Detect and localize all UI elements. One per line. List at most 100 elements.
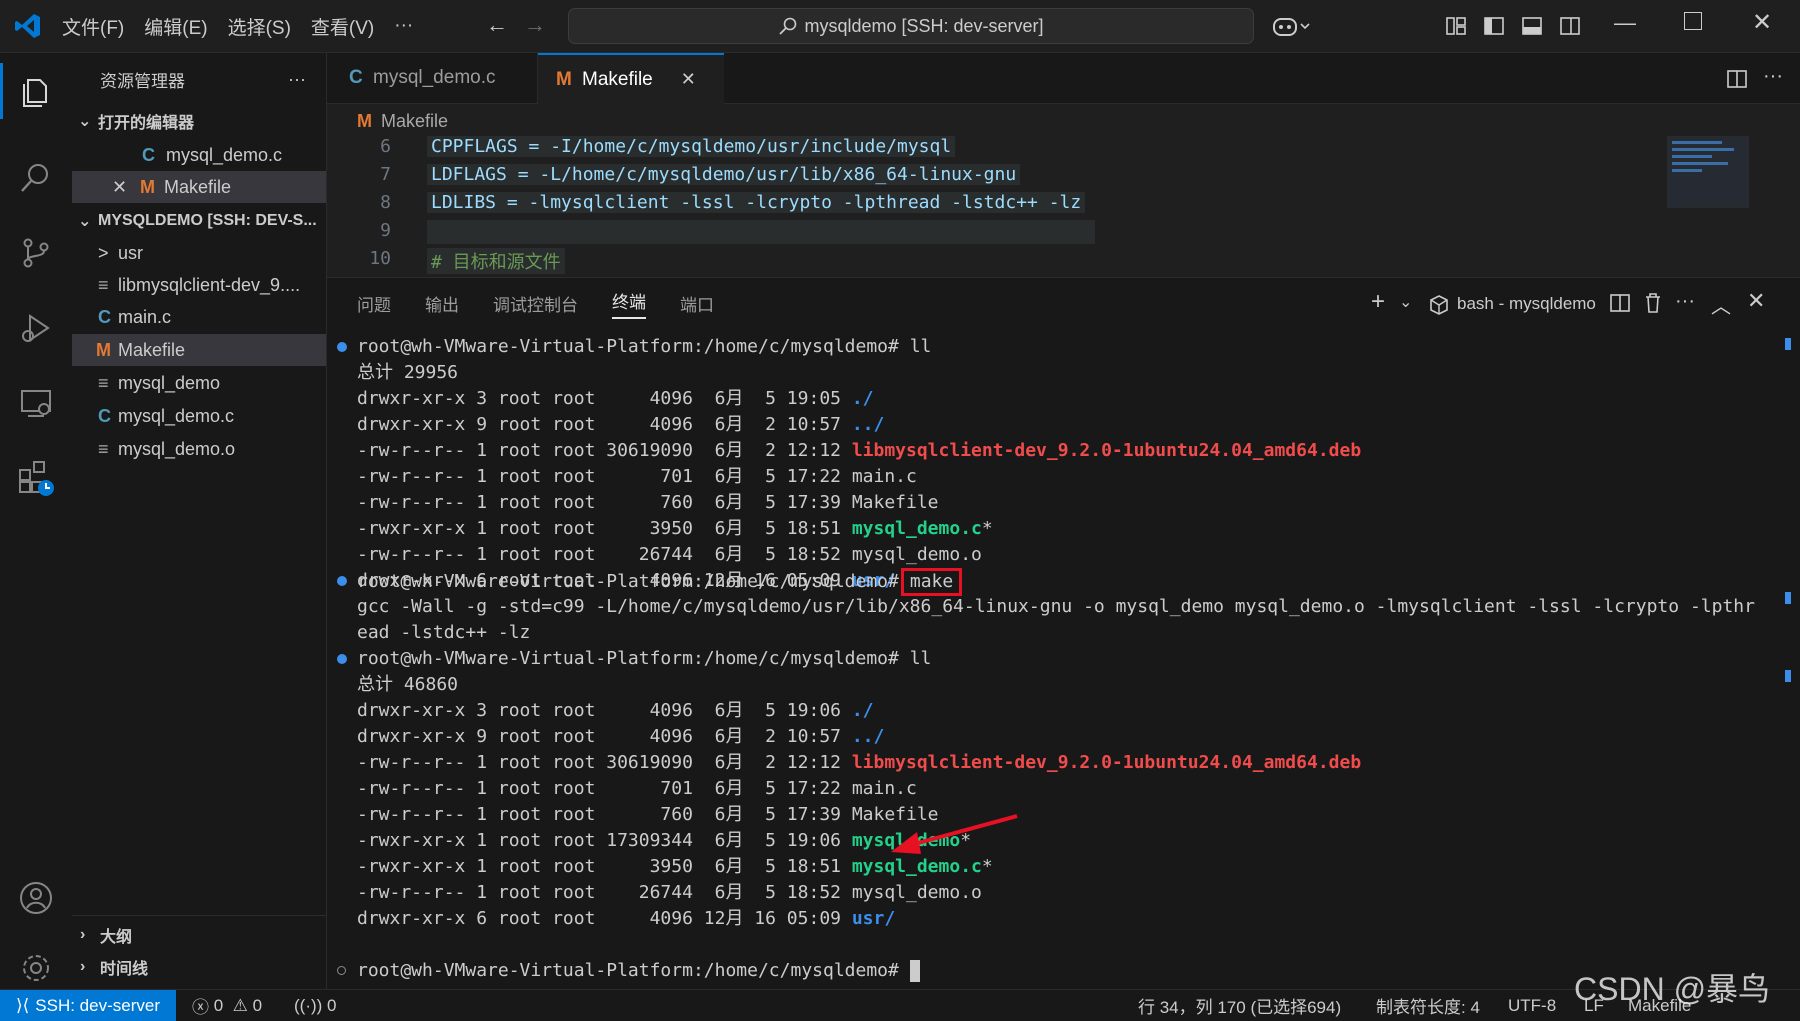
tree-item[interactable]: ≡ libmysqlclient-dev_9.... xyxy=(72,269,326,301)
c-file-icon: C xyxy=(98,405,111,426)
breadcrumb: M Makefile xyxy=(327,104,1800,138)
toggle-panel-icon[interactable] xyxy=(1520,14,1544,38)
scroll-marker xyxy=(1785,592,1791,604)
terminal-name[interactable]: bash - mysqldemo xyxy=(1457,294,1596,314)
terminal-line: -rw-r--r-- 1 root root 760 6月 5 17:39 Ma… xyxy=(357,804,939,825)
account-icon[interactable] xyxy=(0,863,72,933)
sidebar-more-button[interactable]: ··· xyxy=(288,69,306,90)
breadcrumb-item[interactable]: Makefile xyxy=(381,111,448,132)
tree-item-label: mysql_demo.c xyxy=(118,405,235,426)
toggle-secondary-sidebar-icon[interactable] xyxy=(1558,14,1582,38)
code-editor[interactable]: 6 CPPFLAGS = -I/home/c/mysqldemo/usr/inc… xyxy=(327,136,1800,276)
tree-item[interactable]: ≡ mysql_demo.o xyxy=(72,433,326,465)
terminal-cursor xyxy=(909,960,920,982)
sidebar-title: 资源管理器 xyxy=(100,71,185,91)
encoding[interactable]: UTF-8 xyxy=(1508,990,1556,1021)
tab-makefile[interactable]: M Makefile ✕ xyxy=(538,53,724,104)
menu-selection[interactable]: 选择(S) xyxy=(218,13,301,40)
close-panel-icon[interactable]: ✕ xyxy=(1747,288,1765,314)
menu-file[interactable]: 文件(F) xyxy=(52,13,134,40)
search-view-icon[interactable] xyxy=(0,143,72,213)
trash-icon[interactable] xyxy=(1643,292,1663,314)
tree-item-folder[interactable]: > usr xyxy=(72,237,326,269)
terminal-line: 总计 29956 xyxy=(357,362,459,383)
tab-problems[interactable]: 问题 xyxy=(357,291,391,316)
command-success-icon xyxy=(337,654,347,664)
editor-more-button[interactable]: ··· xyxy=(1763,65,1783,88)
source-control-icon[interactable] xyxy=(0,218,72,288)
c-file-icon: C xyxy=(349,67,363,88)
chevron-down-icon: ⌄ xyxy=(78,213,92,230)
panel-more-button[interactable]: ··· xyxy=(1675,290,1695,313)
terminal-line: drwxr-xr-x 3 root root 4096 6月 5 19:06 .… xyxy=(357,700,874,721)
tree-item[interactable]: ≡ mysql_demo xyxy=(72,367,326,399)
chevron-down-icon[interactable]: ⌄ xyxy=(1399,292,1412,312)
menu-view[interactable]: 查看(V) xyxy=(301,13,384,40)
tab-terminal[interactable]: 终端 xyxy=(612,288,646,319)
remote-label: SSH: dev-server xyxy=(35,995,160,1015)
command-center[interactable]: mysqldemo [SSH: dev-server] xyxy=(568,8,1254,44)
extensions-icon[interactable] xyxy=(0,443,72,513)
new-terminal-icon[interactable]: + xyxy=(1371,288,1385,316)
tab-output[interactable]: 输出 xyxy=(425,291,459,316)
menu-more[interactable]: ··· xyxy=(384,15,423,37)
close-icon[interactable]: ✕ xyxy=(112,177,140,198)
tree-item[interactable]: C main.c xyxy=(72,301,326,333)
chevron-down-icon: ⌄ xyxy=(78,113,92,130)
terminal-line: -rw-r--r-- 1 root root 30619090 6月 2 12:… xyxy=(357,440,1362,461)
remote-indicator[interactable]: ⟩⟨ SSH: dev-server xyxy=(0,990,176,1021)
warning-icon: ⚠ xyxy=(232,995,248,1015)
terminal-line: root@wh-VMware-Virtual-Platform:/home/c/… xyxy=(357,958,920,984)
outline-section[interactable]: › 大纲 xyxy=(72,919,326,951)
terminal[interactable]: root@wh-VMware-Virtual-Platform:/home/c/… xyxy=(327,334,1800,994)
tree-item-label: libmysqlclient-dev_9.... xyxy=(118,274,301,295)
terminal-line: root@wh-VMware-Virtual-Platform:/home/c/… xyxy=(357,648,932,669)
open-editors-section[interactable]: ⌄ 打开的编辑器 xyxy=(72,105,326,137)
watermark: CSDN @暴鸟 xyxy=(1574,971,1771,1007)
customize-layout-icon[interactable] xyxy=(1444,14,1468,38)
tab-debug-console[interactable]: 调试控制台 xyxy=(493,291,578,316)
remote-explorer-icon[interactable] xyxy=(0,368,72,438)
terminal-line: drwxr-xr-x 3 root root 4096 6月 5 19:05 .… xyxy=(357,388,874,409)
run-debug-icon[interactable] xyxy=(0,293,72,363)
chevron-right-icon: › xyxy=(80,926,86,943)
ports-status[interactable]: ((·)) 0 xyxy=(294,990,337,1021)
problems-status[interactable]: ⓧ 0 ⚠ 0 xyxy=(192,990,262,1021)
timeline-section[interactable]: › 时间线 xyxy=(72,951,326,983)
makefile-icon: M xyxy=(357,110,372,131)
tree-item-selected[interactable]: M Makefile xyxy=(72,334,326,366)
tab-size[interactable]: 制表符长度: 4 xyxy=(1376,990,1480,1021)
terminal-line: drwxr-xr-x 6 root root 4096 12月 16 05:09… xyxy=(357,908,896,929)
cursor-position[interactable]: 行 34，列 170 (已选择694) xyxy=(1138,990,1341,1021)
close-window-icon[interactable]: ✕ xyxy=(1752,8,1772,37)
open-editors-header: 打开的编辑器 xyxy=(98,115,195,132)
minimap[interactable] xyxy=(1667,136,1749,208)
line-number: 9 xyxy=(380,220,391,241)
scroll-marker xyxy=(1785,670,1791,682)
file-lines-icon: ≡ xyxy=(98,438,109,459)
open-editor-item-active[interactable]: ✕ M Makefile xyxy=(72,171,326,203)
code-line: LDFLAGS = -L/home/c/mysqldemo/usr/lib/x8… xyxy=(427,164,1021,185)
terminal-line: ead -lstdc++ -lz xyxy=(357,622,531,643)
open-editor-item[interactable]: C mysql_demo.c xyxy=(72,139,326,171)
terminal-line: -rwxr-xr-x 1 root root 3950 6月 5 18:51 m… xyxy=(357,518,993,539)
tab-ports[interactable]: 端口 xyxy=(680,291,714,316)
tab-mysql-demo-c[interactable]: C mysql_demo.c xyxy=(327,53,538,103)
tree-item[interactable]: C mysql_demo.c xyxy=(72,400,326,432)
maximize-icon[interactable] xyxy=(1684,12,1702,30)
maximize-panel-icon[interactable]: ︿ xyxy=(1711,290,1731,319)
terminal-line: -rw-r--r-- 1 root root 760 6月 5 17:39 Ma… xyxy=(357,492,939,513)
workspace-section[interactable]: ⌄ MYSQLDEMO [SSH: DEV-S... xyxy=(72,205,326,237)
explorer-icon[interactable] xyxy=(0,57,72,127)
split-terminal-icon[interactable] xyxy=(1609,292,1631,314)
sidebar-header: 资源管理器 ··· xyxy=(72,63,326,95)
menu-edit[interactable]: 编辑(E) xyxy=(134,13,217,40)
back-arrow-icon[interactable]: ← xyxy=(486,12,508,38)
forward-arrow-icon[interactable]: → xyxy=(524,12,546,38)
close-icon[interactable]: ✕ xyxy=(681,69,696,90)
split-editor-icon[interactable] xyxy=(1725,67,1749,91)
toggle-primary-sidebar-icon[interactable] xyxy=(1482,14,1506,38)
tab-label: mysql_demo.c xyxy=(373,67,496,88)
copilot-icon[interactable] xyxy=(1272,14,1312,38)
minimize-icon[interactable]: — xyxy=(1614,10,1636,36)
